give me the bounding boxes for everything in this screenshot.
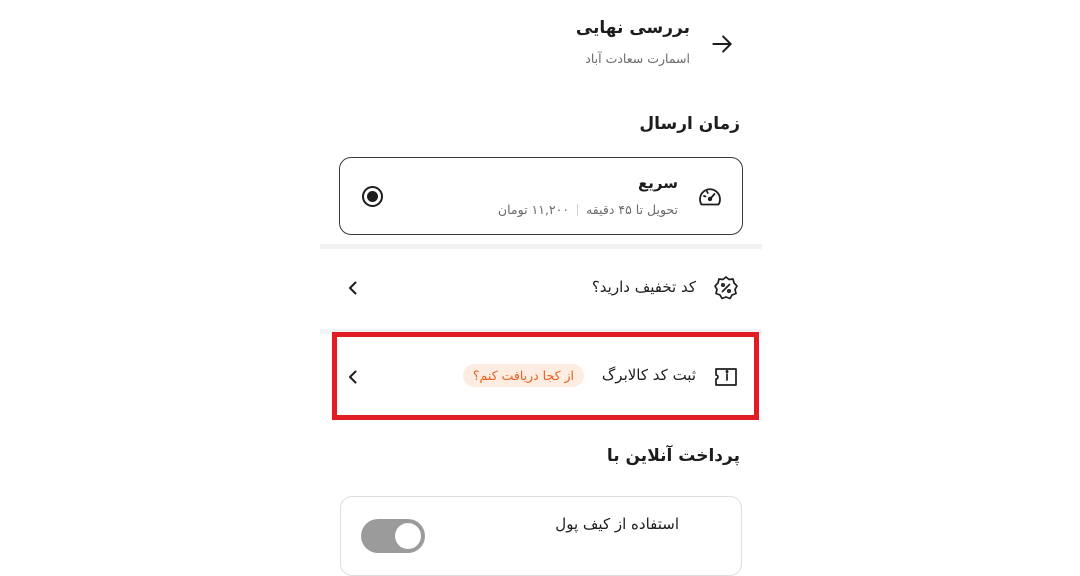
speedometer-icon (699, 188, 721, 206)
kalabarg-code-row[interactable]: ثبت کد کالابرگ از کجا دریافت کنم؟ (320, 342, 762, 412)
discount-code-label: کد تخفیف دارید؟ (591, 278, 696, 296)
discount-code-row[interactable]: کد تخفیف دارید؟ (320, 253, 762, 323)
arrow-right-icon (712, 35, 732, 53)
delivery-option-meta: تحویل تا ۴۵ دقیقه ۱۱,۲۰۰ تومان (498, 202, 678, 217)
wallet-card: استفاده از کیف پول (340, 496, 742, 576)
percent-badge-icon (714, 276, 738, 300)
delivery-eta: تحویل تا ۴۵ دقیقه (586, 202, 678, 217)
kalabarg-label: ثبت کد کالابرگ (601, 366, 696, 384)
radio-selected-dot (367, 191, 378, 202)
kalabarg-help-link[interactable]: از کجا دریافت کنم؟ (462, 364, 584, 387)
meta-separator (577, 203, 579, 216)
wallet-label: استفاده از کیف پول (555, 515, 679, 533)
delivery-price: ۱۱,۲۰۰ تومان (497, 202, 570, 217)
chevron-left-icon (349, 281, 357, 295)
payment-section-title: پرداخت آنلاین با (606, 446, 740, 466)
delivery-radio[interactable] (362, 186, 383, 207)
section-divider (320, 244, 762, 249)
delivery-option-title: سریع (638, 174, 678, 192)
page-title: بررسی نهایی (575, 18, 690, 38)
back-button[interactable] (704, 26, 740, 62)
store-name: اسمارت سعادت آباد (585, 51, 690, 66)
checkout-panel: بررسی نهایی اسمارت سعادت آباد زمان ارسال… (320, 0, 762, 576)
delivery-option-fast[interactable]: سریع تحویل تا ۴۵ دقیقه ۱۱,۲۰۰ تومان (339, 157, 743, 235)
section-divider (320, 329, 762, 334)
toggle-knob (395, 523, 421, 549)
card-info-icon (715, 368, 737, 386)
chevron-left-icon (349, 370, 357, 384)
delivery-section-title: زمان ارسال (639, 114, 740, 134)
wallet-toggle[interactable] (361, 519, 425, 553)
